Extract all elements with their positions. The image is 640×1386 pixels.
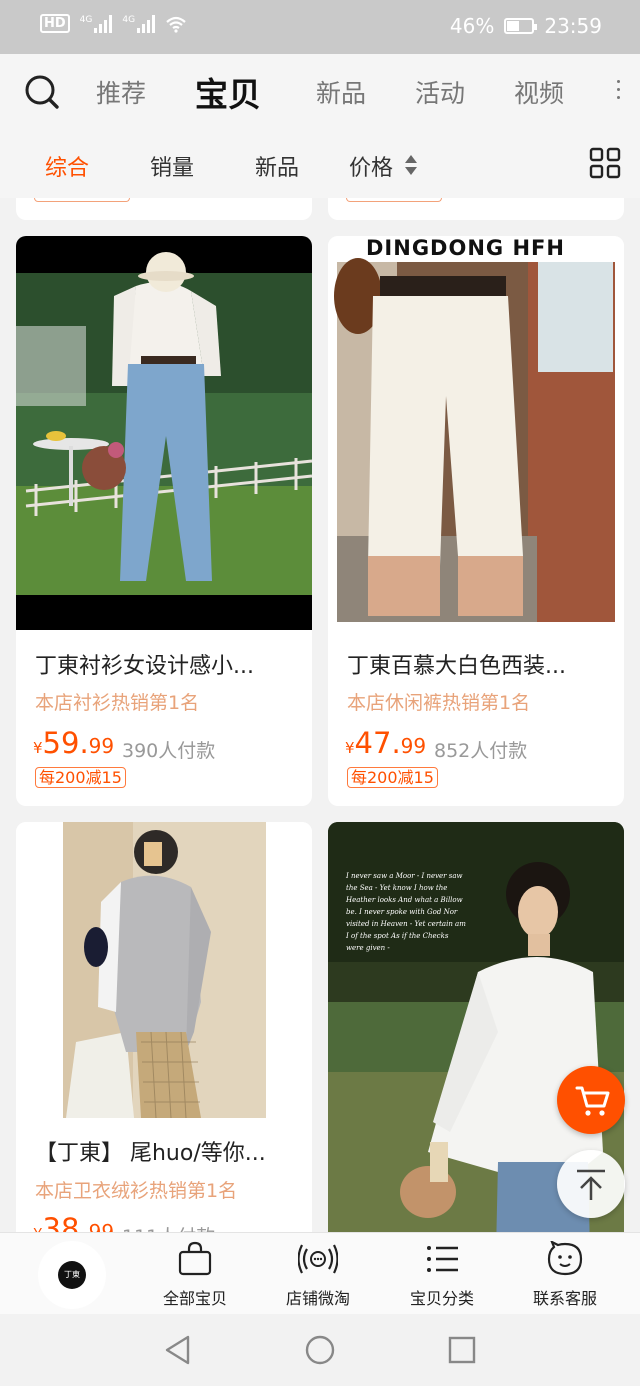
product-price: ¥59.99 (33, 726, 115, 760)
network-type: 4G (79, 14, 93, 25)
product-card[interactable]: 丁東衬衫女设计感小... 本店衬衫热销第1名 ¥59.99 390人付款 每20… (16, 236, 312, 806)
customer-service-label: 联系客服 (532, 1289, 597, 1308)
tab-new[interactable]: 新品 (316, 74, 366, 110)
battery-icon (504, 18, 538, 34)
sort-sales[interactable]: 销量 (150, 150, 194, 182)
sort-comprehensive[interactable]: 综合 (45, 150, 89, 182)
sort-bar: 综合 销量 新品 价格 (0, 132, 640, 198)
promo-badge: 每200减15 (35, 767, 126, 788)
shop-logo: 丁東 (58, 1261, 86, 1289)
more-icon[interactable] (617, 80, 620, 99)
shop-feed-button[interactable]: 店铺微淘 (263, 1241, 373, 1309)
tab-video[interactable]: 视频 (514, 74, 564, 110)
broadcast-icon (298, 1244, 338, 1274)
hd-badge: HD (40, 14, 70, 33)
product-title[interactable]: 丁東百慕大白色西装... (347, 648, 566, 680)
home-circle-icon[interactable] (304, 1334, 336, 1366)
all-items-button[interactable]: 全部宝贝 (140, 1241, 250, 1309)
back-triangle-icon[interactable] (163, 1334, 193, 1366)
arrow-up-icon (577, 1169, 605, 1200)
shop-bottom-nav: 丁東 全部宝贝 店铺微淘 宝贝分类 联系客服 (0, 1232, 640, 1314)
product-image[interactable] (16, 822, 312, 1118)
search-icon[interactable] (24, 74, 60, 110)
product-rank: 本店休闲裤热销第1名 (347, 692, 531, 714)
tab-recommend[interactable]: 推荐 (96, 74, 146, 110)
previous-card-left[interactable] (16, 198, 312, 220)
product-card[interactable]: DINGDONG HFH 丁東百慕大白色西装... 本店休闲裤热销第1名 ¥47… (328, 236, 624, 806)
status-bar: HD 4G 4G 46% 23:59 (0, 0, 640, 54)
customer-service-button[interactable]: 联系客服 (510, 1241, 620, 1309)
clock: 23:59 (544, 14, 602, 38)
cart-icon (575, 1086, 610, 1116)
tab-events[interactable]: 活动 (415, 74, 465, 110)
product-card[interactable]: 【丁東】 尾huo/等你... 本店卫衣绒衫热销第1名 ¥38.99 111人付… (16, 822, 312, 1252)
product-rank: 本店衬衫热销第1名 (35, 692, 200, 714)
promo-badge: 每200减15 (347, 767, 438, 788)
sort-new[interactable]: 新品 (255, 150, 299, 182)
shopping-bag-icon (178, 1241, 212, 1276)
back-to-top-button[interactable] (557, 1150, 625, 1218)
tab-items[interactable]: 宝贝 (195, 68, 261, 116)
product-title[interactable]: 【丁東】 尾huo/等你... (35, 1135, 266, 1167)
categories-button[interactable]: 宝贝分类 (387, 1241, 497, 1309)
shop-logo-button[interactable]: 丁東 (38, 1241, 106, 1309)
grid-view-icon[interactable] (589, 147, 621, 179)
network-type-2: 4G (122, 14, 136, 25)
system-nav-bar (0, 1314, 640, 1386)
product-sold-count: 852人付款 (434, 740, 528, 762)
list-icon (427, 1246, 458, 1272)
cart-button[interactable] (557, 1066, 625, 1134)
product-sold-count: 390人付款 (122, 740, 216, 762)
sort-price[interactable]: 价格 (349, 150, 393, 182)
product-rank: 本店卫衣绒衫热销第1名 (35, 1180, 238, 1202)
categories-label: 宝贝分类 (409, 1289, 474, 1308)
chat-face-icon (547, 1241, 583, 1276)
shop-top-nav: 推荐 宝贝 新品 活动 视频 (0, 54, 640, 132)
image-poem-text: I never saw a Moor - I never saw the Sea… (346, 872, 466, 952)
signal-icon: 4G (79, 14, 113, 33)
product-price: ¥47.99 (345, 726, 427, 760)
all-items-label: 全部宝贝 (162, 1289, 227, 1308)
recents-square-icon[interactable] (448, 1336, 476, 1364)
product-image[interactable]: DINGDONG HFH (328, 236, 624, 630)
image-watermark-text: DINGDONG HFH (366, 236, 565, 260)
product-image[interactable] (16, 236, 312, 630)
previous-card-right[interactable] (328, 198, 624, 220)
wifi-icon (166, 16, 186, 33)
sort-arrows-icon (405, 155, 417, 175)
signal-icon-2: 4G (122, 14, 156, 33)
product-title[interactable]: 丁東衬衫女设计感小... (35, 648, 254, 680)
battery-percent: 46% (449, 14, 495, 38)
shop-feed-label: 店铺微淘 (285, 1289, 350, 1308)
